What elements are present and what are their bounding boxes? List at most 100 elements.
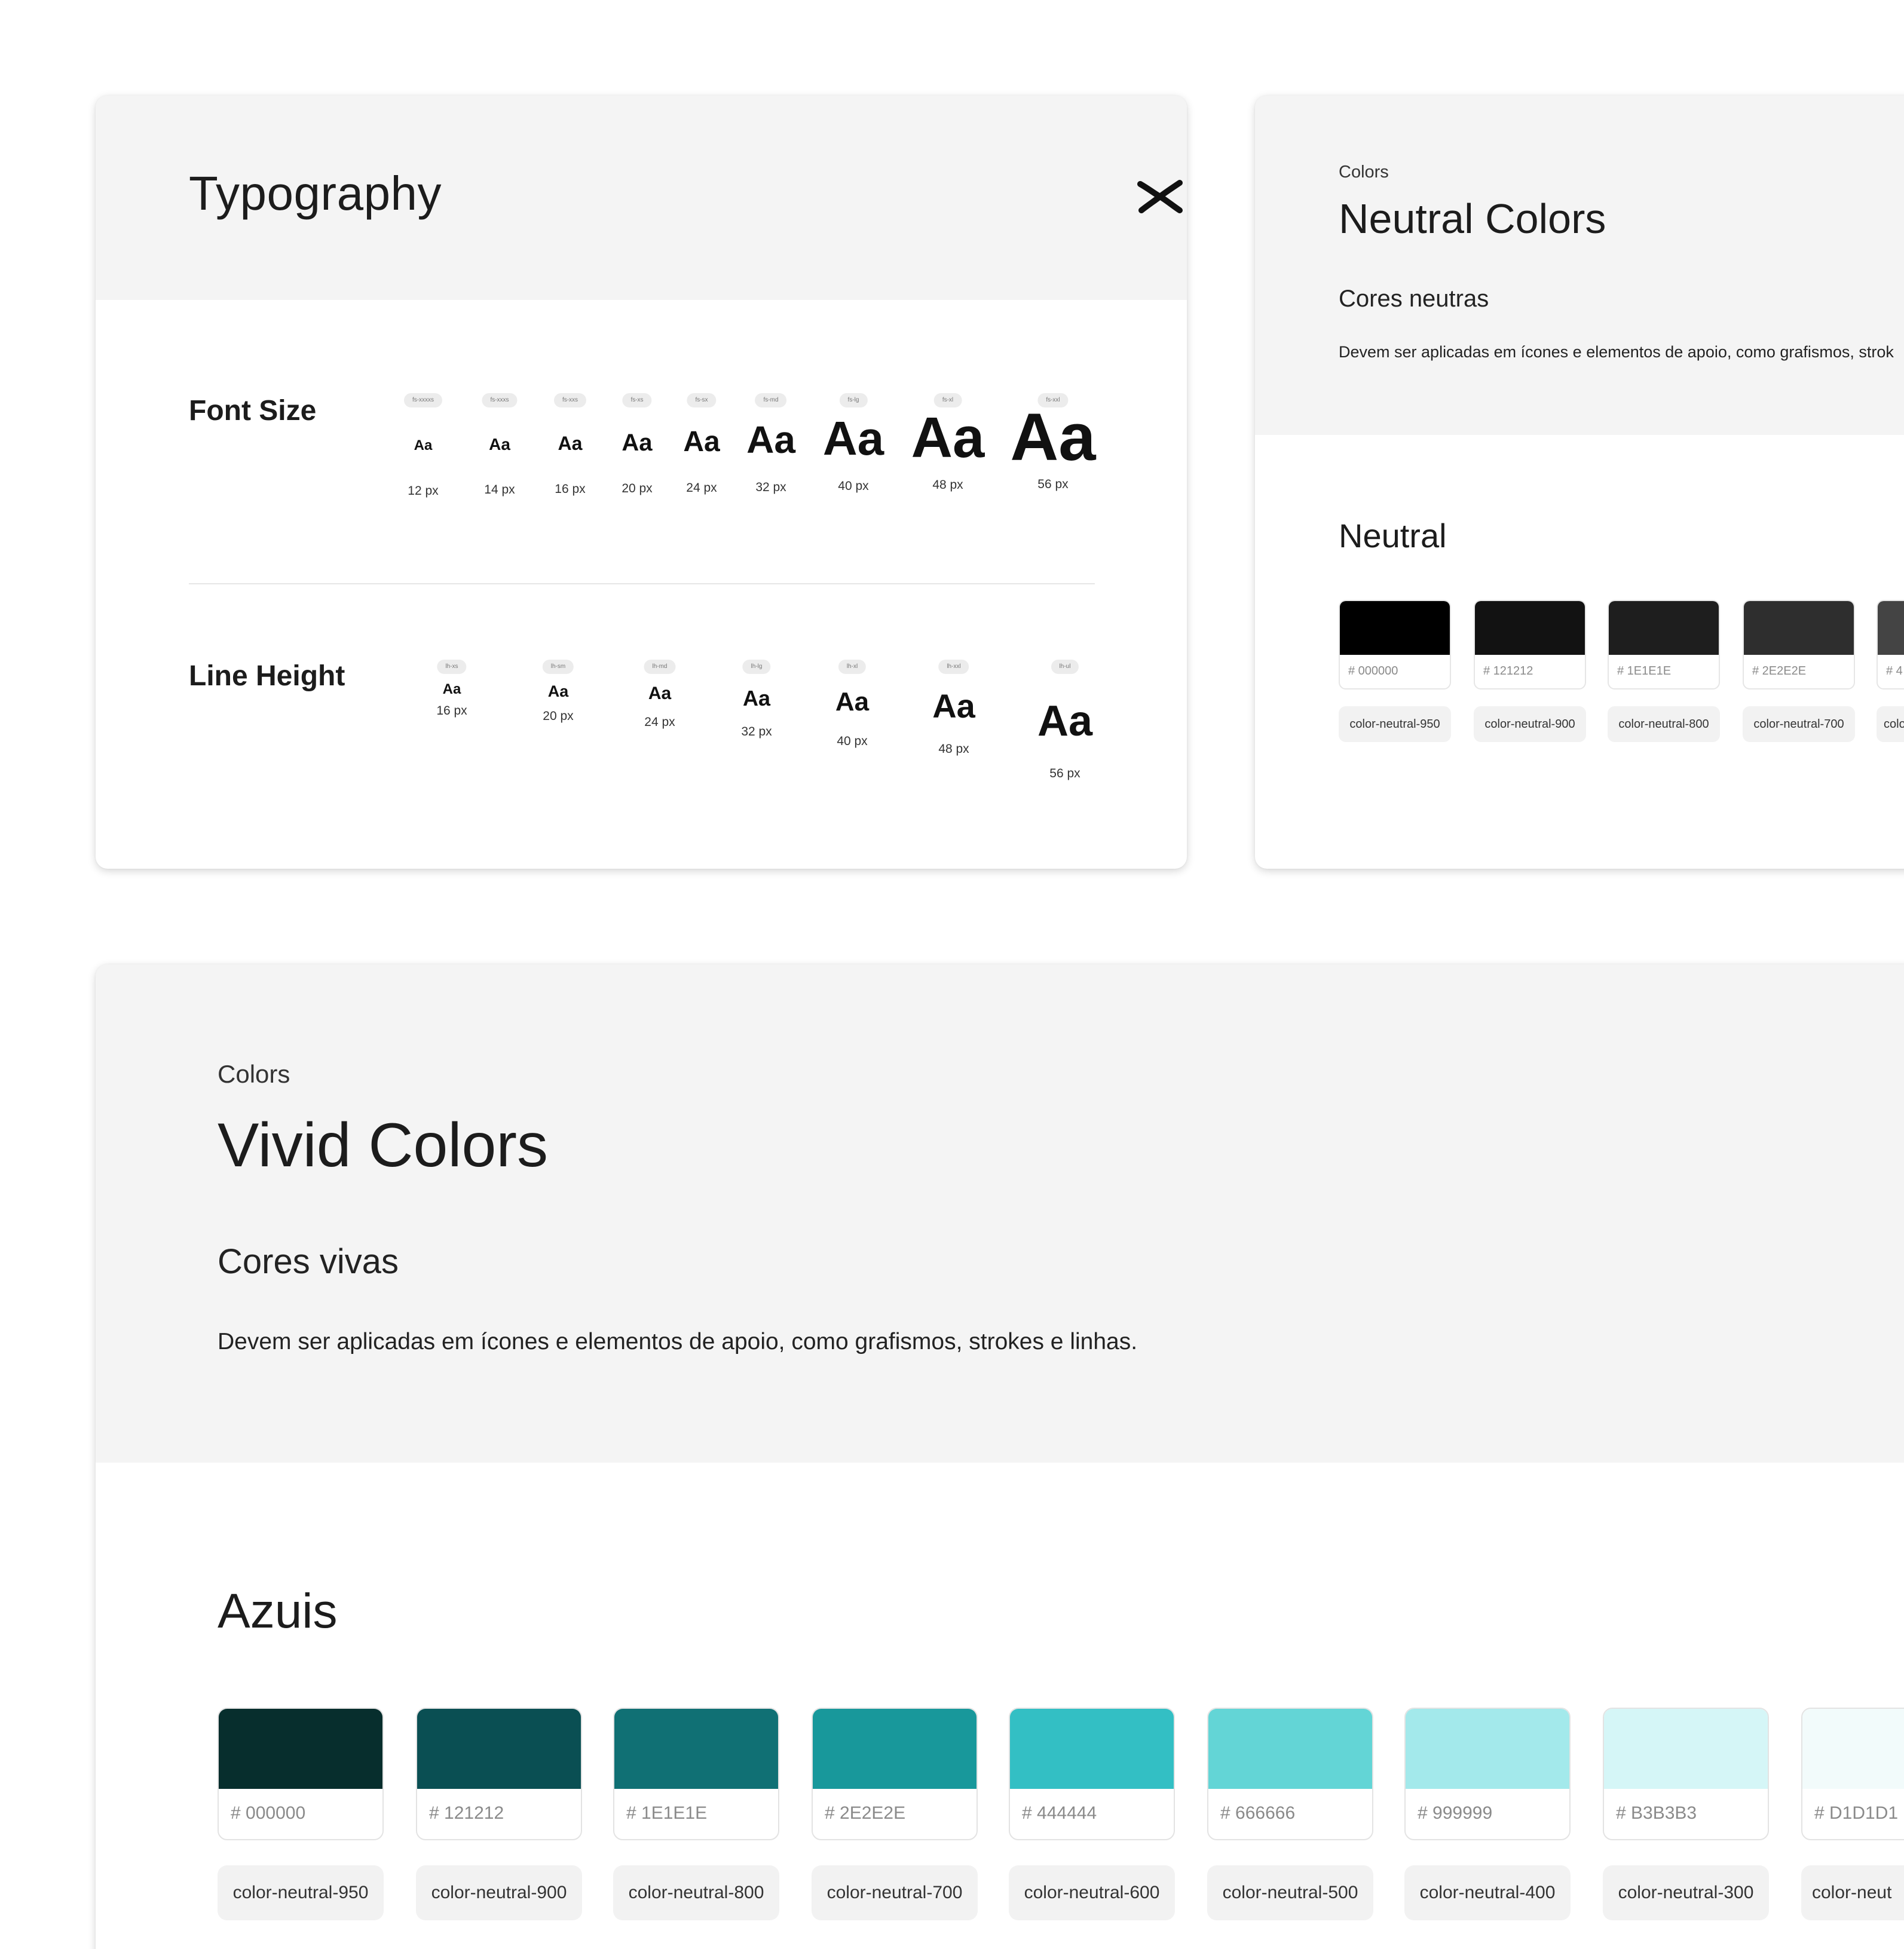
vivid-colors-title: Vivid Colors — [218, 1111, 548, 1180]
size-label: 12 px — [408, 483, 439, 498]
swatch-fill — [1878, 601, 1904, 655]
hex-value: # 2E2E2E — [825, 1803, 906, 1823]
token-name: color-neutral-950 — [1339, 706, 1451, 742]
token-pill: lh-xxl — [938, 660, 969, 674]
line-height-sample: lh-sm Aa 20 px — [542, 660, 574, 724]
font-size-sample: fs-xl Aa 48 px — [911, 393, 985, 492]
token-name: color-neutral-900 — [416, 1865, 582, 1920]
token-name: color-neutral-800 — [613, 1865, 779, 1920]
swatch-fill — [614, 1709, 778, 1789]
sample-glyph: Aa — [1037, 697, 1093, 745]
color-swatch[interactable]: # 444444 color-neutral-600 — [1009, 1708, 1175, 1920]
token-name: color-neutral-300 — [1603, 1865, 1769, 1920]
neutral-colors-card: Colors Neutral Colors Cores neutras Deve… — [1255, 96, 1904, 869]
sample-glyph: Aa — [414, 437, 433, 453]
color-swatch[interactable]: # 666666 color-neutral-500 — [1207, 1708, 1373, 1920]
sample-glyph: Aa — [547, 682, 569, 700]
size-label: 40 px — [838, 479, 869, 493]
hex-value: # 121212 — [1483, 664, 1533, 678]
neutral-card-header — [1255, 96, 1904, 435]
token-name: color-neutral-800 — [1608, 706, 1720, 742]
token-name: color-neutral-700 — [1743, 706, 1855, 742]
color-swatch[interactable]: # D1D1D1 color-neut — [1801, 1708, 1904, 1920]
hex-value: # 000000 — [1348, 664, 1398, 678]
swatch-card: # B3B3B3 — [1603, 1708, 1769, 1840]
swatch-fill — [1609, 601, 1719, 655]
line-height-sample: lh-ul Aa 56 px — [1037, 660, 1092, 781]
swatch-fill — [1475, 601, 1585, 655]
hex-value: # 121212 — [429, 1803, 504, 1823]
line-height-sample: lh-xxl Aa 48 px — [932, 660, 975, 756]
token-pill: fs-lg — [839, 393, 868, 407]
color-swatch[interactable]: # 121212 color-neutral-900 — [1474, 600, 1586, 742]
sample-glyph: Aa — [442, 681, 461, 697]
hex-value: # 000000 — [231, 1803, 306, 1823]
size-label: 56 px — [1037, 477, 1069, 491]
swatch-fill — [813, 1709, 977, 1789]
color-swatch[interactable]: # 000000 color-neutral-950 — [218, 1708, 384, 1920]
token-pill: lh-xl — [838, 660, 867, 674]
token-pill: lh-ul — [1051, 660, 1079, 674]
size-label: 48 px — [932, 478, 963, 492]
color-swatch[interactable]: # 999999 color-neutral-400 — [1404, 1708, 1571, 1920]
token-pill: fs-xxs — [553, 393, 587, 407]
color-swatch[interactable]: # 121212 color-neutral-900 — [416, 1708, 582, 1920]
color-swatch[interactable]: # 000000 color-neutral-950 — [1339, 600, 1451, 742]
line-height-sample: lh-xl Aa 40 px — [835, 660, 869, 749]
size-label: 16 px — [555, 482, 586, 496]
close-icon[interactable] — [1135, 172, 1184, 221]
font-size-label: Font Size — [189, 395, 317, 427]
sample-glyph: Aa — [911, 406, 985, 470]
sample-glyph: Aa — [746, 418, 795, 461]
font-size-sample: fs-md Aa 32 px — [746, 393, 795, 495]
hex-value: # 999999 — [1418, 1803, 1493, 1823]
token-name: color-neut — [1801, 1865, 1904, 1920]
token-name: color-neutral-600 — [1009, 1865, 1175, 1920]
hex-value: # 444444 — [1022, 1803, 1097, 1823]
swatch-card: # 4 — [1877, 600, 1904, 689]
token-pill: fs-xs — [622, 393, 652, 407]
size-label: 40 px — [837, 734, 868, 748]
token-pill: lh-sm — [542, 660, 574, 674]
swatch-card: # 000000 — [218, 1708, 384, 1840]
swatch-card: # 1E1E1E — [613, 1708, 779, 1840]
section-eyebrow: Colors — [1339, 163, 1389, 182]
line-height-sample: lh-xs Aa 16 px — [436, 660, 467, 718]
size-label: 16 px — [436, 703, 467, 718]
swatch-card: # 121212 — [1474, 600, 1586, 689]
color-swatch[interactable]: # 4 colo — [1877, 600, 1904, 742]
swatch-card: # 000000 — [1339, 600, 1451, 689]
hex-value: # D1D1D1 — [1814, 1803, 1899, 1823]
size-label: 20 px — [543, 709, 574, 724]
vivid-colors-subtitle: Cores vivas — [218, 1242, 399, 1281]
neutral-colors-title: Neutral Colors — [1339, 195, 1606, 242]
swatch-fill — [1208, 1709, 1372, 1789]
swatch-fill — [1744, 601, 1854, 655]
swatch-card: # 2E2E2E — [1743, 600, 1855, 689]
color-swatch[interactable]: # 2E2E2E color-neutral-700 — [812, 1708, 978, 1920]
sample-glyph: Aa — [489, 435, 510, 453]
token-name: color-neutral-400 — [1404, 1865, 1571, 1920]
color-swatch[interactable]: # 1E1E1E color-neutral-800 — [1608, 600, 1720, 742]
hex-value: # 2E2E2E — [1752, 664, 1807, 678]
swatch-fill — [1406, 1709, 1569, 1789]
size-label: 48 px — [938, 742, 969, 756]
token-name: color-neutral-500 — [1207, 1865, 1373, 1920]
section-divider — [189, 583, 1095, 584]
neutral-group-title: Neutral — [1339, 517, 1447, 554]
token-pill: lh-lg — [742, 660, 771, 674]
font-size-sample: fs-xxs Aa 16 px — [553, 393, 587, 497]
color-swatch[interactable]: # B3B3B3 color-neutral-300 — [1603, 1708, 1769, 1920]
color-swatch[interactable]: # 1E1E1E color-neutral-800 — [613, 1708, 779, 1920]
color-swatch[interactable]: # 2E2E2E color-neutral-700 — [1743, 600, 1855, 742]
sample-glyph: Aa — [648, 684, 672, 703]
swatch-card: # 666666 — [1207, 1708, 1373, 1840]
hex-value: # 666666 — [1220, 1803, 1296, 1823]
design-system-page: Typography Font Size fs-xxxxs Aa 12 px f… — [0, 0, 1904, 1949]
hex-value: # 4 — [1886, 664, 1903, 678]
sample-glyph: Aa — [822, 412, 884, 465]
swatch-fill — [417, 1709, 581, 1789]
vivid-colors-description: Devem ser aplicadas em ícones e elemento… — [218, 1329, 1138, 1355]
neutral-colors-description: Devem ser aplicadas em ícones e elemento… — [1339, 343, 1894, 361]
size-label: 24 px — [686, 481, 717, 495]
